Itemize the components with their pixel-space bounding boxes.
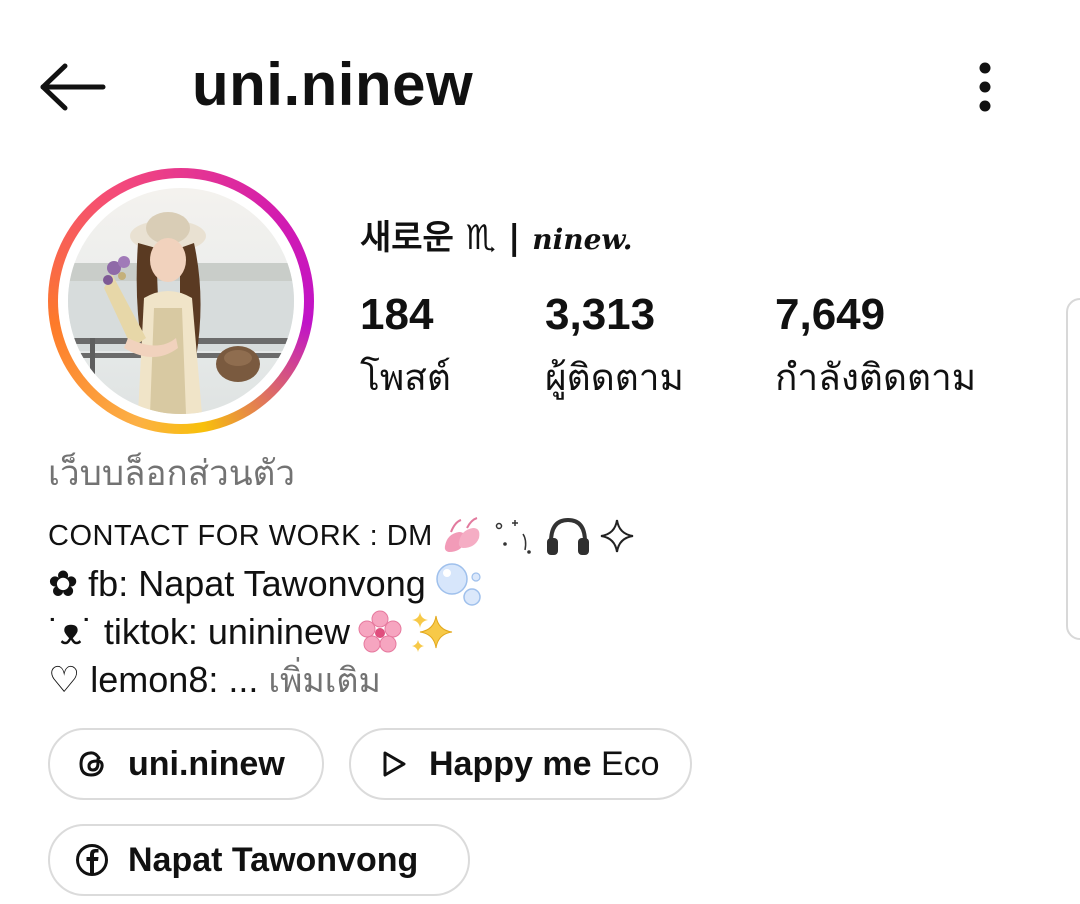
bio-text: ˙ᴥ˙ tiktok: unininew bbox=[48, 611, 350, 652]
back-button[interactable] bbox=[30, 52, 114, 122]
play-icon bbox=[375, 746, 411, 782]
scrollbar[interactable] bbox=[1066, 298, 1080, 640]
story-ring[interactable] bbox=[48, 168, 314, 434]
music-artist: Eco bbox=[591, 744, 660, 783]
profile-photo bbox=[68, 188, 294, 414]
avatar-frame bbox=[58, 178, 304, 424]
bio-line: ✿ fb: Napat Tawonvong bbox=[48, 560, 748, 608]
threads-link[interactable]: uni.ninew bbox=[48, 728, 324, 800]
ballet-shoes-icon bbox=[441, 516, 485, 556]
sparkle-icon bbox=[599, 518, 635, 554]
facebook-label: Napat Tawonvong bbox=[128, 840, 419, 879]
display-name: 새로운 ♏︎ | ninew. bbox=[360, 210, 632, 259]
bio: CONTACT FOR WORK : DM ✿ fb: Napat Tawonv… bbox=[48, 512, 748, 704]
bubbles-icon bbox=[434, 561, 482, 607]
bio-line: ♡ lemon8: ... เพิ่มเติม bbox=[48, 656, 748, 704]
stat-followers[interactable]: 3,313 ผู้ติดตาม bbox=[545, 290, 684, 407]
stat-posts[interactable]: 184 โพสต์ bbox=[360, 290, 451, 407]
bio-line: CONTACT FOR WORK : DM bbox=[48, 512, 748, 560]
bio-text: CONTACT FOR WORK : DM bbox=[48, 519, 433, 552]
posts-label: โพสต์ bbox=[360, 356, 451, 399]
display-name-text: 새로운 ♏︎ | bbox=[360, 218, 533, 258]
facebook-link[interactable]: Napat Tawonvong bbox=[48, 824, 470, 896]
sparkle-dots-icon bbox=[493, 516, 537, 556]
more-options-button[interactable] bbox=[958, 52, 1012, 122]
facebook-icon bbox=[74, 842, 110, 878]
cherry-blossom-icon bbox=[358, 610, 402, 654]
arrow-left-icon bbox=[40, 63, 106, 111]
display-name-script: ninew. bbox=[532, 223, 633, 256]
followers-label: ผู้ติดตาม bbox=[545, 356, 684, 399]
music-link[interactable]: Happy me Eco bbox=[349, 728, 692, 800]
following-count: 7,649 bbox=[775, 290, 886, 339]
bio-line: ˙ᴥ˙ tiktok: unininew bbox=[48, 608, 748, 656]
page-title: uni.ninew bbox=[192, 51, 474, 118]
sparkles-icon bbox=[410, 610, 454, 654]
threads-label: uni.ninew bbox=[128, 744, 285, 783]
category-label: เว็บบล็อกส่วนตัว bbox=[48, 454, 296, 494]
threads-icon bbox=[74, 746, 110, 782]
avatar[interactable] bbox=[68, 188, 294, 414]
posts-count: 184 bbox=[360, 290, 434, 339]
more-vertical-icon bbox=[979, 62, 991, 112]
bio-text: ♡ lemon8: ... bbox=[48, 659, 259, 700]
following-label: กำลังติดตาม bbox=[775, 356, 977, 399]
stat-following[interactable]: 7,649 กำลังติดตาม bbox=[775, 290, 976, 407]
bio-text: ✿ fb: Napat Tawonvong bbox=[48, 563, 426, 604]
see-more-link[interactable]: เพิ่มเติม bbox=[268, 653, 381, 707]
headphones-icon bbox=[545, 514, 591, 558]
top-bar: uni.ninew bbox=[0, 0, 1080, 170]
music-title: Happy me bbox=[429, 744, 592, 783]
followers-count: 3,313 bbox=[545, 290, 656, 339]
